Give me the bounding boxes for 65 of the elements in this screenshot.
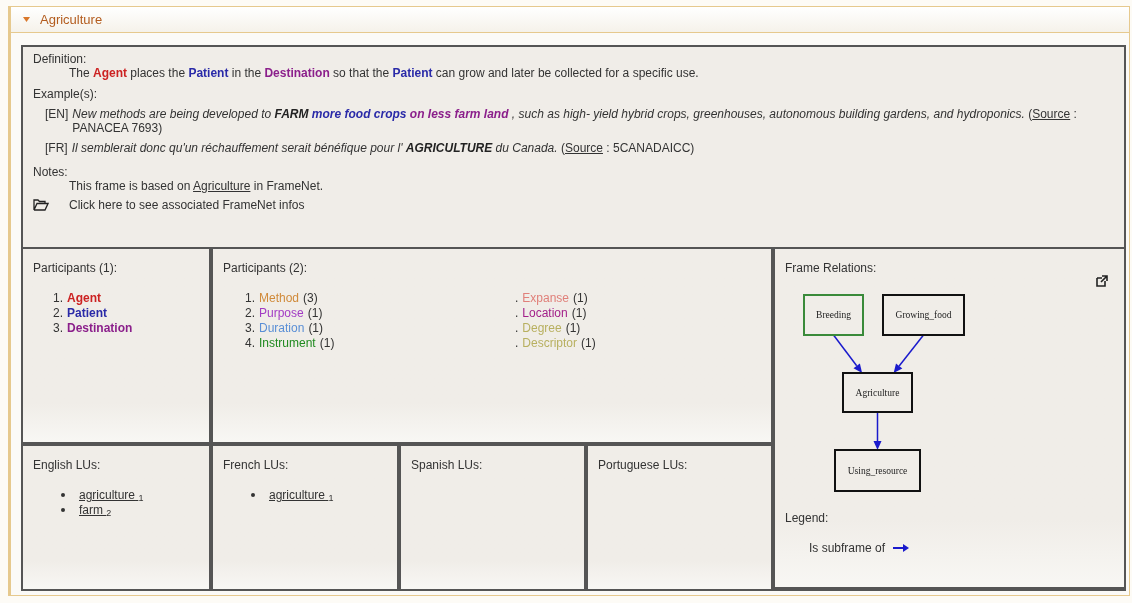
- relation-arrow: [832, 334, 863, 373]
- frame-node[interactable]: Using_resource: [834, 449, 921, 492]
- participant-count: (1): [571, 306, 587, 321]
- list-number: 3.: [245, 321, 255, 336]
- language-tag: [EN]: [45, 107, 69, 135]
- list-number: .: [515, 336, 519, 351]
- participant-name[interactable]: Agent: [67, 291, 101, 306]
- list-number: 1.: [53, 291, 63, 306]
- section-label: Example(s):: [33, 87, 98, 101]
- legend-title: Legend:: [785, 510, 830, 527]
- popout-icon[interactable]: [1096, 275, 1108, 287]
- panel-header[interactable]: Agriculture: [11, 7, 1129, 33]
- framenet-link[interactable]: Agriculture: [193, 179, 251, 193]
- cell-title: Frame Relations:: [785, 260, 877, 277]
- arrow-icon: [893, 544, 910, 552]
- list-number: 2.: [245, 306, 255, 321]
- participant-name[interactable]: Destination: [67, 321, 133, 336]
- notes-text: This frame is based on Agriculture in FrameNet.: [68, 179, 325, 193]
- section-label: Definition:: [33, 52, 88, 66]
- bullet-icon: [61, 492, 65, 497]
- cell-title: English LUs:: [33, 458, 101, 472]
- lexical-unit-link[interactable]: agriculture $_{1}$: [79, 488, 144, 503]
- participant-count: (1): [308, 321, 324, 336]
- cell-title: Participants (2):: [223, 261, 308, 275]
- participant-count: (1): [319, 336, 335, 351]
- participant-count: (1): [573, 291, 588, 306]
- frame-node[interactable]: Growing_food: [882, 294, 965, 336]
- list-number: .: [515, 321, 519, 336]
- example-sentence: New methods are being developed to FARM more food crops on less farm land , such as high- yield hybrid crops, greenhouses, autonomous building gardens, and hydroponics. (Source : PANACEA 7693): [72, 107, 1078, 135]
- definition-text: The Agent places the Patient in the Destination so that the Patient can grow and later be collected for a specific use.: [68, 66, 700, 80]
- list-number: .: [515, 291, 519, 306]
- lexical-unit-link[interactable]: farm $_{2}$: [79, 503, 112, 518]
- participant-count: (1): [581, 336, 596, 351]
- participant-count: (3): [303, 291, 318, 306]
- section-label: Notes:: [33, 165, 69, 179]
- example-sentence: Il semblerait donc qu'un réchauffement serait bénéfique pour l' AGRICULTURE du Canada. (Source : 5CANADAICC): [71, 141, 696, 155]
- list-number: .: [515, 306, 519, 321]
- frame-node[interactable]: Agriculture: [842, 372, 913, 413]
- list-number: 1.: [245, 291, 255, 306]
- list-number: 3.: [53, 321, 63, 336]
- participant-name[interactable]: Patient: [67, 306, 108, 321]
- panel-title: Agriculture: [40, 10, 103, 29]
- participant-count: (1): [565, 321, 581, 336]
- participant-name[interactable]: Location: [522, 306, 568, 321]
- participant-name[interactable]: Purpose: [259, 306, 304, 321]
- cell-title: Spanish LUs:: [411, 458, 483, 472]
- participant-count: (1): [307, 306, 323, 321]
- bullet-icon: [61, 507, 65, 512]
- folder-icon[interactable]: [33, 199, 49, 211]
- language-tag: [FR]: [45, 141, 68, 155]
- cell-title: Participants (1):: [33, 261, 118, 275]
- lexical-unit-link[interactable]: agriculture $_{1}$: [269, 488, 334, 503]
- list-number: 4.: [245, 336, 255, 351]
- list-number: 2.: [53, 306, 63, 321]
- cell-title: Portuguese LUs:: [598, 458, 688, 472]
- framenet-infos-link[interactable]: Click here to see associated FrameNet infos: [69, 198, 305, 212]
- cell-title: French LUs:: [223, 458, 289, 472]
- participant-name[interactable]: Instrument: [259, 336, 316, 351]
- source-link[interactable]: Source: [564, 141, 603, 155]
- legend-label: Is subframe of: [809, 540, 886, 557]
- bullet-icon: [251, 492, 255, 497]
- relation-arrow: [873, 411, 882, 450]
- source-link[interactable]: Source: [1032, 107, 1071, 121]
- frame-node[interactable]: Breeding: [803, 294, 864, 336]
- relation-arrow: [893, 334, 925, 373]
